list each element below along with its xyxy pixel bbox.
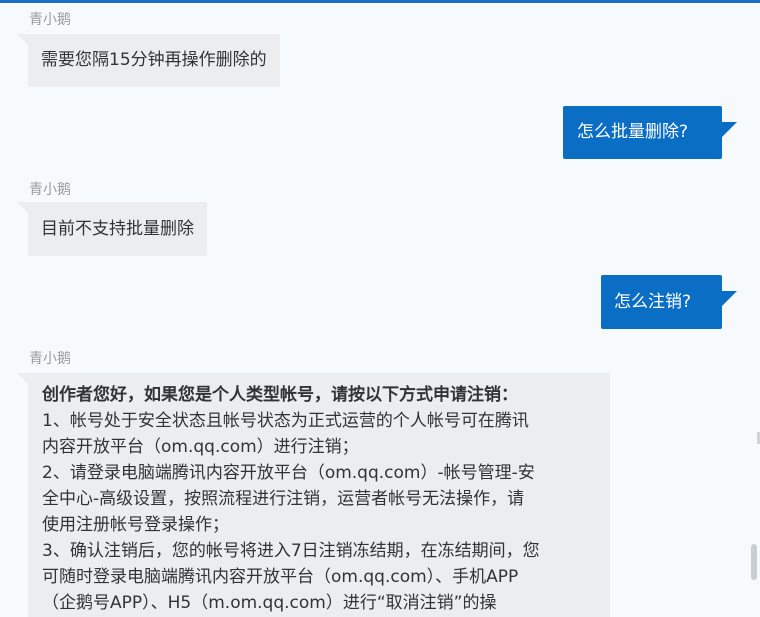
scrollbar-thumb[interactable] bbox=[751, 544, 757, 580]
user-message-bubble: 怎么注销? bbox=[601, 275, 737, 329]
message-line: （企鹅号APP）、H5（m.om.qq.com）进行“取消注销”的操 bbox=[42, 593, 497, 613]
message-line: 可随时登录电脑端腾讯内容开放平台（om.qq.com）、手机APP bbox=[42, 567, 519, 587]
message-line: 1、帐号处于安全状态且帐号状态为正式运营的个人帐号可在腾讯 bbox=[42, 411, 529, 431]
message-line: 使用注册帐号登录操作； bbox=[42, 515, 229, 535]
sender-name: 青小鹅 bbox=[29, 12, 71, 28]
bot-message-bubble: 创作者您好，如果您是个人类型帐号，请按以下方式申请注销： 1、帐号处于安全状态且… bbox=[17, 373, 610, 617]
bot-message-bubble: 需要您隔15分钟再操作删除的 bbox=[17, 34, 280, 87]
message-text: 需要您隔15分钟再操作删除的 bbox=[41, 50, 267, 70]
message-text: 怎么注销? bbox=[614, 292, 692, 312]
user-message-bubble: 怎么批量删除? bbox=[563, 106, 737, 159]
bot-message-bubble: 目前不支持批量删除 bbox=[17, 202, 207, 256]
message-line: 2、请登录电脑端腾讯内容开放平台（om.qq.com）-帐号管理-安 bbox=[42, 463, 535, 483]
message-line: 内容开放平台（om.qq.com）进行注销； bbox=[42, 437, 359, 457]
message-line: 3、确认注销后，您的帐号将进入7日注销冻结期，在冻结期间，您 bbox=[42, 541, 540, 561]
message-line: 创作者您好，如果您是个人类型帐号，请按以下方式申请注销： bbox=[42, 385, 518, 405]
chat-message-list[interactable]: 青小鹅 需要您隔15分钟再操作删除的 怎么批量删除? 青小鹅 目前不支持批量删除… bbox=[0, 3, 750, 617]
sender-name: 青小鹅 bbox=[29, 182, 71, 198]
message-line: 全中心-高级设置，按照流程进行注销，运营者帐号无法操作，请 bbox=[42, 489, 525, 509]
message-text: 怎么批量删除? bbox=[577, 122, 689, 142]
sender-name: 青小鹅 bbox=[29, 351, 71, 367]
message-text: 目前不支持批量删除 bbox=[41, 219, 194, 239]
